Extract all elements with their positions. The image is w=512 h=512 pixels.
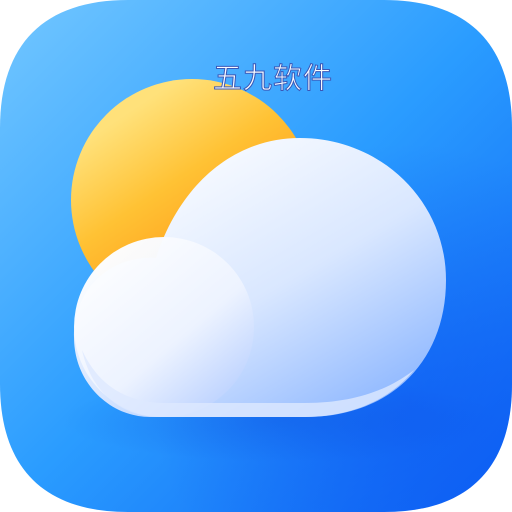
weather-app-icon[interactable] <box>0 0 512 512</box>
icon-canvas: 五九软件 <box>0 0 512 512</box>
